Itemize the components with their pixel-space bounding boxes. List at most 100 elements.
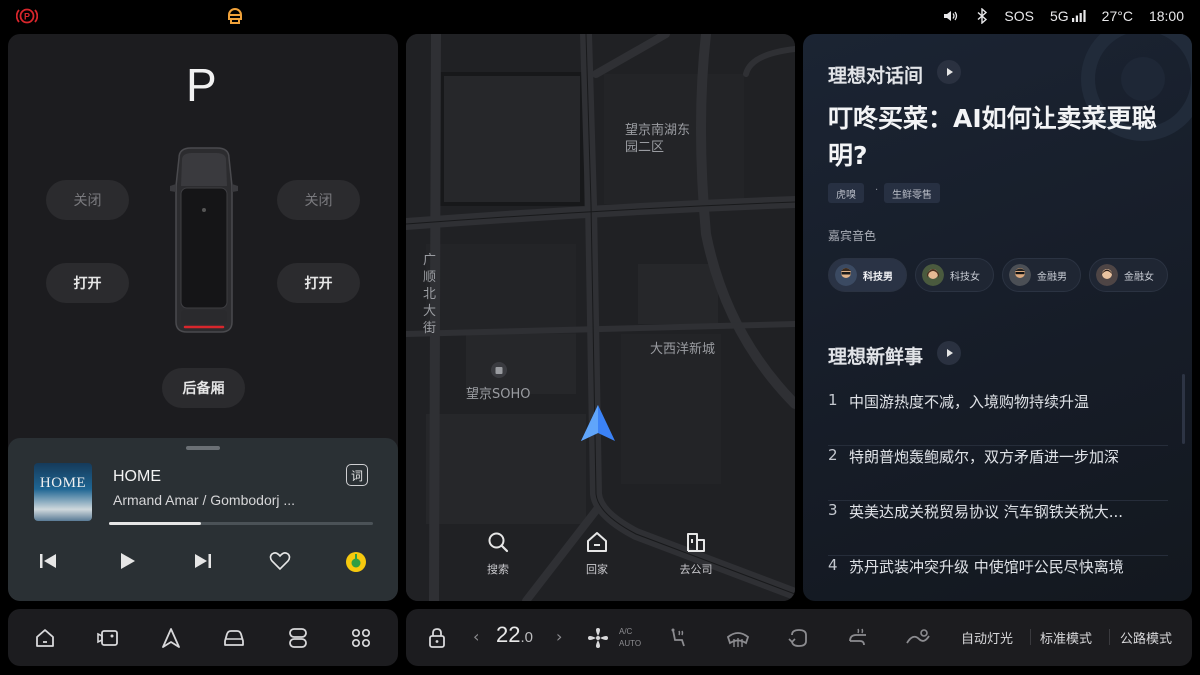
auto-lights-button[interactable]: 自动灯光 — [961, 628, 1013, 647]
climate-bar: ‹ 22.0 › A/C AUTO 自动灯光 标准模式 公路模式 — [406, 609, 1192, 666]
clock: 18:00 — [1148, 8, 1184, 24]
news-item[interactable]: 3 英美达成关税贸易协议 汽车钢铁关税大... — [828, 501, 1168, 556]
map-panel[interactable]: 望京南湖东园二区 广顺北大街 望京SOHO 大西洋新城 搜索 回家 去公司 — [406, 34, 795, 601]
cabin-temperature[interactable]: 22.0 — [496, 622, 533, 648]
avatar-tech-female — [922, 264, 944, 286]
song-title: HOME — [113, 468, 161, 485]
temp-decrease-icon[interactable]: ‹ — [473, 627, 479, 646]
home-label: 回家 — [586, 563, 608, 576]
ac-label: A/C — [619, 627, 633, 636]
news-title: 中国游热度不减，入境购物持续升温 — [849, 393, 1090, 411]
outside-temperature: 27°C — [1101, 8, 1133, 24]
voice-option-finance-female[interactable]: 金融女 — [1089, 258, 1168, 292]
network-indicator: 5G — [1050, 8, 1086, 24]
controls-toggle-icon[interactable] — [287, 627, 309, 649]
news-item[interactable]: 2 特朗普炮轰鲍威尔，双方矛盾进一步加深 — [828, 446, 1168, 501]
album-art[interactable]: HOME — [34, 463, 92, 521]
status-bar: P SOS 5G 27°C 18:00 — [0, 0, 1200, 32]
front-defrost-icon[interactable] — [725, 627, 751, 649]
progress-bar[interactable] — [109, 522, 373, 525]
network-label: 5G — [1049, 8, 1069, 24]
left-door-close-button[interactable]: 关闭 — [46, 180, 129, 220]
temp-increase-icon[interactable]: › — [556, 627, 562, 646]
search-label: 搜索 — [487, 563, 509, 576]
next-track-icon[interactable] — [193, 551, 213, 571]
map-label-poi: 望京SOHO — [466, 387, 531, 402]
poi-pin-icon[interactable] — [490, 361, 508, 379]
left-door-open-button[interactable]: 打开 — [46, 263, 129, 303]
category-tag: 生鲜零售 — [884, 183, 940, 203]
previous-track-icon[interactable] — [38, 551, 58, 571]
album-art-title: HOME — [39, 475, 87, 491]
favorite-heart-icon[interactable] — [269, 551, 291, 571]
news-number: 3 — [828, 501, 838, 519]
gear-indicator: P — [186, 59, 217, 111]
news-title: 特朗普炮轰鲍威尔，双方矛盾进一步加深 — [849, 448, 1120, 466]
office-icon — [687, 533, 705, 552]
seat-heat-icon[interactable] — [665, 627, 689, 649]
search-button[interactable]: 搜索 — [468, 531, 528, 577]
right-door-close-button[interactable]: 关闭 — [277, 180, 360, 220]
driver-monitor-icon — [228, 8, 242, 24]
section-title-news[interactable]: 理想新鲜事 — [828, 342, 923, 369]
news-title: 英美达成关税贸易协议 汽车钢铁关税大... — [849, 503, 1124, 521]
qq-music-logo-icon[interactable] — [345, 551, 367, 573]
play-icon[interactable] — [117, 551, 137, 571]
camera-view-icon[interactable] — [96, 627, 120, 649]
home-icon[interactable] — [34, 627, 56, 649]
vehicle-panel: P 关闭 关闭 打开 打开 后备厢 HOME HOME Armand Amar … — [8, 34, 398, 601]
navigation-icon[interactable] — [160, 627, 182, 649]
steering-heat-icon[interactable] — [846, 627, 870, 649]
road-mode-button[interactable]: 公路模式 — [1120, 628, 1172, 647]
scrollbar[interactable] — [1182, 374, 1185, 444]
go-home-button[interactable]: 回家 — [567, 531, 627, 577]
news-play-button[interactable] — [937, 341, 961, 365]
go-work-button[interactable]: 去公司 — [666, 531, 726, 577]
car-top-view — [170, 147, 238, 333]
content-panel: 理想对话间 叮咚买菜：AI如何让卖菜更聪明? 虎嗅 · 生鲜零售 嘉宾音色 科技… — [803, 34, 1192, 601]
dialogue-play-button[interactable] — [937, 60, 961, 84]
drive-mode-button[interactable]: 标准模式 — [1040, 628, 1092, 647]
drag-handle[interactable] — [186, 446, 220, 450]
temperature-decimal: .0 — [520, 629, 533, 646]
voice-label: 科技女 — [950, 271, 980, 283]
podcast-headline[interactable]: 叮咚买菜：AI如何让卖菜更聪明? — [828, 100, 1168, 174]
news-item[interactable]: 4 苏丹武装冲突升级 中使馆吁公民尽快离境 — [828, 556, 1168, 601]
voice-label: 金融男 — [1037, 271, 1067, 283]
app-dock — [8, 609, 398, 666]
news-number: 2 — [828, 446, 838, 464]
app-grid-icon[interactable] — [350, 627, 372, 649]
progress-fill — [109, 522, 202, 525]
bluetooth-icon[interactable] — [976, 8, 988, 24]
right-door-open-button[interactable]: 打开 — [277, 263, 360, 303]
air-recirculation-icon[interactable] — [788, 627, 810, 649]
song-artist: Armand Amar / Gombodorj ... — [113, 492, 296, 508]
auto-label: AUTO — [619, 639, 642, 648]
music-player: HOME HOME Armand Amar / Gombodorj ... 词 — [8, 438, 398, 601]
play-icon — [947, 349, 953, 357]
vehicle-icon[interactable] — [222, 627, 246, 649]
trunk-button[interactable]: 后备厢 — [162, 368, 245, 408]
navigation-arrow-icon — [581, 405, 615, 441]
voice-option-finance-male[interactable]: 金融男 — [1002, 258, 1081, 292]
news-number: 1 — [828, 391, 838, 409]
work-label: 去公司 — [679, 563, 713, 576]
map-canvas[interactable] — [406, 34, 795, 601]
home-icon — [587, 532, 607, 552]
climate-mode-icon[interactable] — [904, 627, 932, 649]
fan-icon[interactable] — [586, 626, 610, 650]
ac-auto-indicator[interactable]: A/C AUTO — [619, 626, 641, 650]
guest-voice-label: 嘉宾音色 — [828, 229, 877, 243]
section-title-dialogue[interactable]: 理想对话间 — [828, 61, 923, 88]
news-number: 4 — [828, 556, 838, 574]
map-label-area2: 大西洋新城 — [650, 342, 716, 357]
voice-option-tech-female[interactable]: 科技女 — [915, 258, 994, 292]
sos-label[interactable]: SOS — [1004, 8, 1034, 24]
news-item[interactable]: 1 中国游热度不减，入境购物持续升温 — [828, 391, 1168, 446]
voice-option-tech-male[interactable]: 科技男 — [828, 258, 907, 292]
parking-brake-icon: P — [16, 8, 38, 24]
lock-icon[interactable] — [428, 627, 446, 649]
volume-icon[interactable] — [942, 9, 960, 23]
lyrics-button[interactable]: 词 — [346, 464, 368, 486]
avatar-tech-male — [835, 264, 857, 286]
